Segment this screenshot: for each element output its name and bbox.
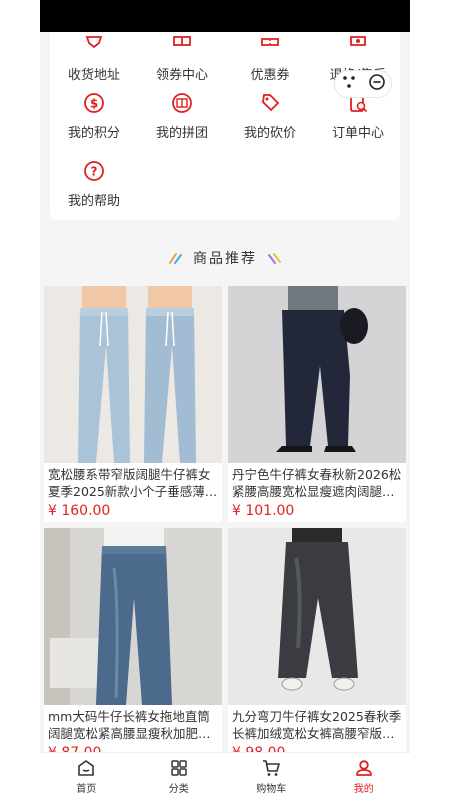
menu-label: 我的砍价 (243, 126, 296, 141)
product-price: ¥ 101.00 (232, 503, 295, 519)
product-card[interactable]: 九分弯刀牛仔裤女2025春秋季长裤加绒宽松女裤高腰窄版… ¥ 98.00 (228, 528, 406, 756)
product-card[interactable]: 宽松腰系带窄版阔腿牛仔裤女夏季2025新款小个子垂感薄… ¥ 160.00 (44, 286, 222, 522)
product-card[interactable]: mm大码牛仔长裤女拖地直筒阔腿宽松紧高腰显瘦秋加肥… ¥ 87.00 (44, 528, 222, 756)
section-header: 商品推荐 (40, 248, 410, 268)
bottom-tab-bar: 首页 分类 购物车 我的 (40, 752, 410, 800)
tab-label: 分类 (168, 784, 189, 795)
menu-item-coupons[interactable]: 优惠券 (226, 32, 314, 83)
menu-label: 订单中心 (331, 126, 384, 141)
miniprogram-capsule (334, 70, 392, 98)
bargain-tag-icon (257, 90, 283, 116)
category-grid-icon (171, 760, 187, 776)
location-icon (81, 32, 107, 58)
cart-icon (263, 760, 281, 776)
tab-home[interactable]: 首页 (40, 753, 133, 800)
svg-text:?: ? (91, 165, 98, 179)
coupon-icon (257, 32, 283, 58)
tab-category[interactable]: 分类 (133, 753, 226, 800)
menu-item-help[interactable]: ? 我的帮助 (50, 158, 138, 209)
product-card[interactable]: 丹宁色牛仔裤女春秋新2026松紧腰高腰宽松显瘦遮肉阔腿… ¥ 101.00 (228, 286, 406, 522)
decor-left-icon (169, 253, 182, 264)
tab-label: 购物车 (256, 784, 287, 795)
menu-card: 收货地址 领券中心 优惠券 退换/售后 $ 我的积分 (50, 20, 400, 220)
group-buy-icon (169, 90, 195, 116)
home-icon (78, 760, 95, 776)
close-miniprogram-icon[interactable] (368, 73, 386, 95)
tab-label: 我的 (353, 784, 374, 795)
product-image (228, 286, 406, 463)
product-image (228, 528, 406, 705)
menu-item-bargain[interactable]: 我的砍价 (226, 90, 314, 141)
menu-item-group-buy[interactable]: 我的拼团 (138, 90, 226, 141)
user-icon (355, 760, 372, 776)
points-icon: $ (81, 90, 107, 116)
menu-label: 我的帮助 (67, 194, 120, 209)
section-title: 商品推荐 (193, 251, 257, 267)
help-icon: ? (81, 158, 107, 184)
menu-label: 我的拼团 (155, 126, 208, 141)
app-screen: 收货地址 领券中心 优惠券 退换/售后 $ 我的积分 (40, 0, 410, 800)
menu-label: 领券中心 (155, 68, 208, 83)
menu-item-points[interactable]: $ 我的积分 (50, 90, 138, 141)
menu-label: 优惠券 (250, 68, 290, 83)
product-title: 九分弯刀牛仔裤女2025春秋季长裤加绒宽松女裤高腰窄版… (232, 709, 402, 741)
decor-right-icon (268, 253, 281, 264)
product-title: 宽松腰系带窄版阔腿牛仔裤女夏季2025新款小个子垂感薄… (48, 467, 218, 499)
coupon-center-icon (169, 32, 195, 58)
product-price: ¥ 160.00 (48, 503, 111, 519)
menu-item-coupon-center[interactable]: 领券中心 (138, 32, 226, 83)
menu-label: 我的积分 (67, 126, 120, 141)
more-dots-icon[interactable] (341, 74, 357, 94)
product-title: 丹宁色牛仔裤女春秋新2026松紧腰高腰宽松显瘦遮肉阔腿… (232, 467, 402, 499)
menu-label: 收货地址 (67, 68, 120, 83)
menu-item-address[interactable]: 收货地址 (50, 32, 138, 83)
tab-label: 首页 (76, 784, 97, 795)
product-image (44, 286, 222, 463)
status-bar (40, 0, 410, 32)
product-title: mm大码牛仔长裤女拖地直筒阔腿宽松紧高腰显瘦秋加肥… (48, 709, 211, 741)
product-image (44, 528, 222, 705)
tab-cart[interactable]: 购物车 (225, 753, 318, 800)
svg-text:$: $ (90, 97, 98, 111)
tab-mine[interactable]: 我的 (318, 753, 411, 800)
returns-icon (345, 32, 371, 58)
